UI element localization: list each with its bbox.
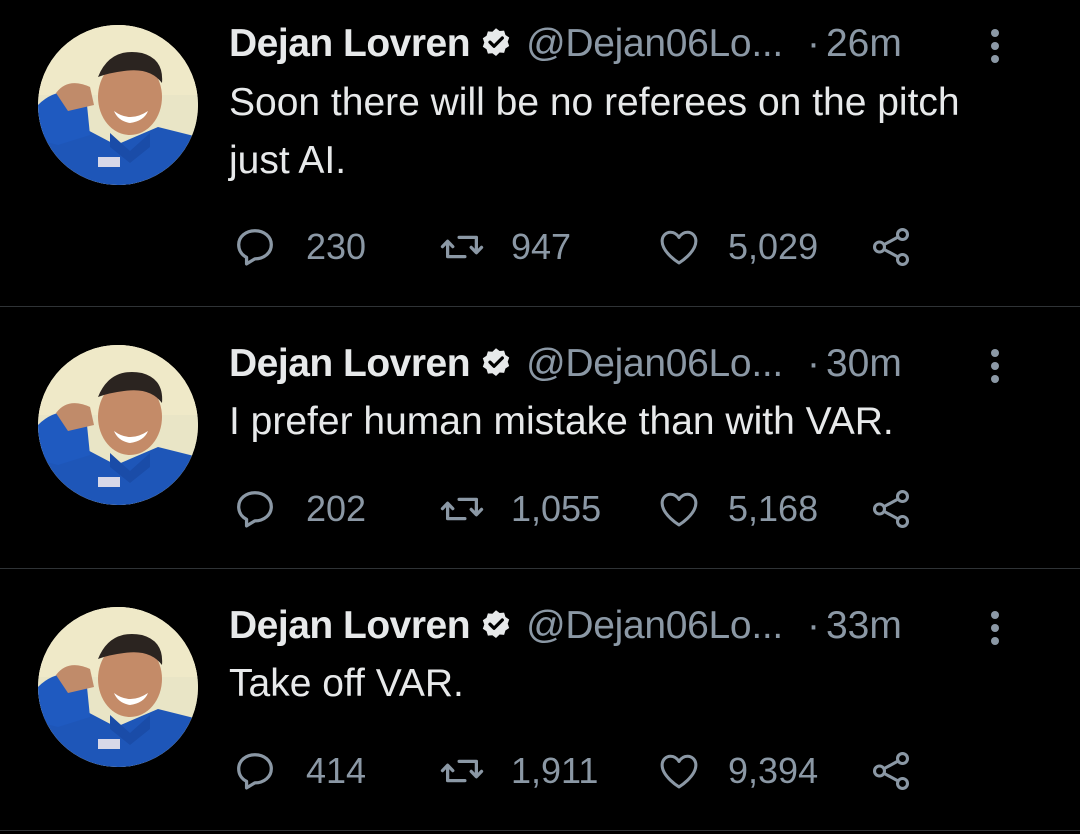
avatar[interactable] [38, 25, 198, 185]
avatar-image [38, 607, 198, 767]
heart-icon [660, 492, 698, 527]
tweet[interactable]: Dejan Lovren @Dejan06Lo... · 33m Take of… [0, 569, 1080, 831]
retweet-icon [440, 235, 484, 259]
tweet-feed: Dejan Lovren @Dejan06Lo... · 26m Soon th… [0, 0, 1080, 834]
tweet-actions: 202 1,055 5,168 [232, 484, 932, 534]
heart-icon [660, 754, 698, 789]
tweet[interactable]: Dejan Lovren @Dejan06Lo... · 30m I prefe… [0, 307, 1080, 569]
tweet-actions: 414 1,911 9,394 [232, 746, 932, 796]
share-icon [872, 228, 910, 266]
share-icon [872, 752, 910, 790]
avatar-image [38, 345, 198, 505]
handle[interactable]: @Dejan06Lo... [526, 342, 783, 386]
reply-count: 230 [306, 226, 367, 267]
reply-icon [237, 753, 273, 790]
heart-icon [660, 230, 698, 265]
reply-icon [237, 229, 273, 266]
avatar[interactable] [38, 607, 198, 767]
like-count: 5,168 [728, 488, 819, 529]
like-count: 9,394 [728, 750, 819, 791]
timestamp[interactable]: 33m [826, 604, 902, 648]
handle[interactable]: @Dejan06Lo... [526, 22, 783, 66]
reply-count: 202 [306, 488, 367, 529]
tweet-actions: 230 947 5,029 [232, 222, 932, 272]
timestamp[interactable]: 30m [826, 342, 902, 386]
tweet[interactable]: Dejan Lovren @Dejan06Lo... · 26m Soon th… [0, 0, 1080, 307]
reply-icon [237, 491, 273, 528]
tweet-text: I prefer human mistake than with VAR. [229, 400, 894, 443]
more-options-icon[interactable] [989, 348, 1001, 384]
share-button[interactable] [868, 484, 914, 534]
like-button[interactable]: 9,394 [656, 746, 818, 796]
verified-badge-icon [482, 28, 510, 56]
retweet-count: 1,055 [511, 488, 602, 529]
separator-dot: · [806, 342, 820, 385]
more-options-icon[interactable] [989, 610, 1001, 646]
avatar-image [38, 25, 198, 185]
reply-count: 414 [306, 750, 367, 791]
reply-button[interactable]: 230 [232, 222, 366, 272]
like-button[interactable]: 5,168 [656, 484, 818, 534]
tweet-text: Soon there will be no referees on the pi… [229, 81, 960, 182]
retweet-icon [440, 497, 484, 521]
retweet-button[interactable]: 947 [439, 222, 571, 272]
display-name[interactable]: Dejan Lovren [229, 342, 471, 386]
retweet-count: 1,911 [511, 750, 599, 791]
tweet-text: Take off VAR. [229, 662, 464, 705]
timestamp[interactable]: 26m [826, 22, 902, 66]
share-icon [872, 490, 910, 528]
like-count: 5,029 [728, 226, 819, 267]
retweet-button[interactable]: 1,055 [439, 484, 601, 534]
verified-badge-icon [482, 610, 510, 638]
separator-dot: · [806, 604, 820, 647]
avatar[interactable] [38, 345, 198, 505]
reply-button[interactable]: 202 [232, 484, 366, 534]
handle[interactable]: @Dejan06Lo... [526, 604, 783, 648]
retweet-count: 947 [511, 226, 572, 267]
like-button[interactable]: 5,029 [656, 222, 818, 272]
reply-button[interactable]: 414 [232, 746, 366, 796]
verified-badge-icon [482, 348, 510, 376]
separator-dot: · [806, 22, 820, 65]
display-name[interactable]: Dejan Lovren [229, 22, 471, 66]
display-name[interactable]: Dejan Lovren [229, 604, 471, 648]
retweet-button[interactable]: 1,911 [439, 746, 598, 796]
tweet-header: Dejan Lovren @Dejan06Lo... · 26m [229, 20, 1049, 68]
tweet-header: Dejan Lovren @Dejan06Lo... · 33m [229, 602, 1049, 650]
tweet-header: Dejan Lovren @Dejan06Lo... · 30m [229, 340, 1049, 388]
share-button[interactable] [868, 222, 914, 272]
retweet-icon [440, 759, 484, 783]
more-options-icon[interactable] [989, 28, 1001, 64]
share-button[interactable] [868, 746, 914, 796]
